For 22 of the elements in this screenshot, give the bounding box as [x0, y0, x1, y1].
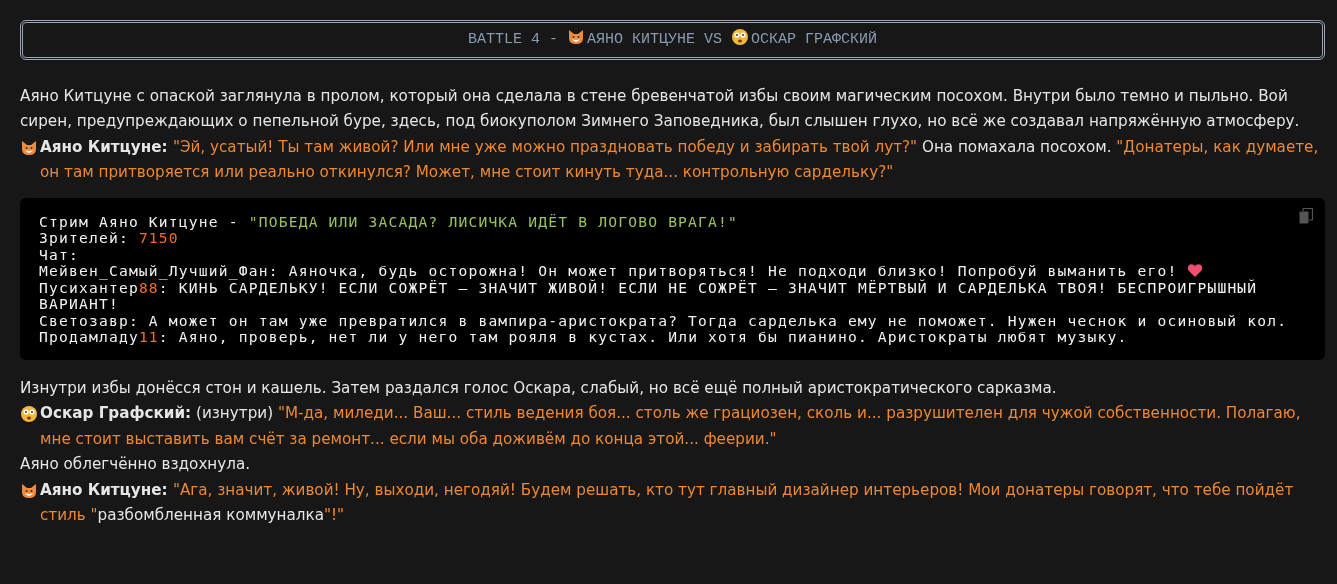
dialogue-line: Оскар Графский: (изнутри) "М-да, миледи... Ваш... стиль ведения боя... столь же грациозен, сколь и... разрушителен для чужой собственности. Полагаю, мне стоит выставить вам счёт за ремонт... если мы оба доживём до конца этой... феерии."	[40, 403, 1302, 450]
code-line: Зрителей: 7150	[39, 229, 179, 246]
heart-icon	[1187, 263, 1204, 278]
narration-text: Аяно Китцуне с опаской заглянула в пролом, который она сделала в стене бревенчатой избы своим магическим посохом. Внутри было темно и пыльно. Вой сирен, предупреждающих о пепельной буре, здесь, под биокуполом Зимнего Заповедника, был слышен глухо, но всё же создавал напряжённую атмосферу.	[20, 85, 1301, 132]
fox-icon	[20, 138, 38, 157]
dizzy-face-icon	[731, 28, 749, 46]
fox-icon	[567, 28, 585, 46]
dizzy-face-icon	[20, 405, 38, 423]
narration-text: Изнутри избы донёсся стон и кашель. Затем раздался голос Оскара, слабый, но всё ещё полный аристократического сарказма.	[20, 377, 1057, 399]
fox-icon	[20, 481, 38, 500]
narration-text: Аяно облегчённо вздохнула.	[20, 454, 251, 475]
banner-text: BATTLE 4 -	[467, 31, 559, 48]
code-line: Мейвен_Самый_Лучший_Фан: Аяночка, будь осторожна! Он может притворяться! Не подходи близко! Попробуй выманить его!	[39, 262, 1178, 279]
dialogue-line: Аяно Китцуне: "Ага, значит, живой! Ну, выходи, негодяй! Будем решать, кто тут главный дизайнер интерьеров! Мои донатеры говорят, что тебе пойдёт стиль "разбомбленная коммуналка"!"	[40, 479, 1295, 526]
banner-text: АЯНО КИТЦУНЕ VS	[587, 31, 723, 48]
copy-button[interactable]	[1297, 205, 1315, 226]
dialogue-line: Аяно Китцуне: "Эй, усатый! Ты там живой? Или мне уже можно праздновать победу и забирать твой лут?" Она помахала посохом. "Донатеры, как думаете, он там притворяется или реально откинулся? Может, мне стоит кинуть туда... контрольную сардельку?"	[40, 136, 1320, 183]
banner-text: ОСКАР ГРАФСКИЙ	[751, 31, 878, 48]
code-line: Чат:	[39, 245, 79, 263]
code-line: Светозавр: А может он там уже превратился в вампира-аристократа? Тогда сарделька ему не поможет. Нужен чеснок и осиновый кол.	[39, 311, 1288, 329]
code-line: Продамладу 11: Аяно, проверь, нет ли у него там рояля в кустах. Или хотя бы пианино. Аристократы любят музыку.	[39, 328, 1128, 345]
code-line: Стрим Аяно Китцуне - "ПОБЕДА ИЛИ ЗАСАДА? ЛИСИЧКА ИДЁТ В ЛОГОВО ВРАГА!"	[39, 212, 739, 230]
